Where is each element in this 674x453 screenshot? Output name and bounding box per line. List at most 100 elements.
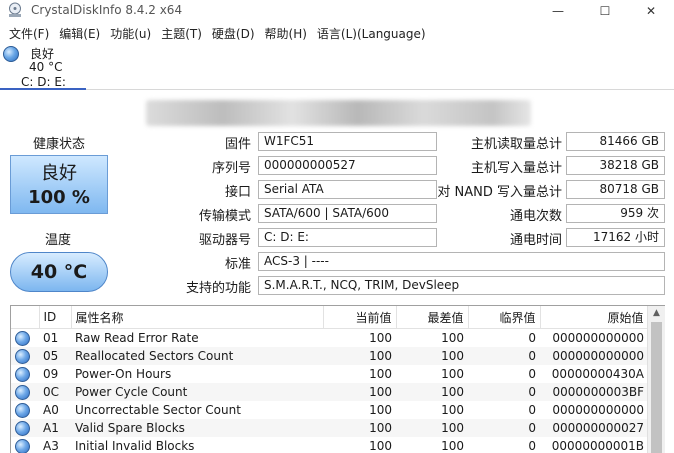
attribute-name: Initial Invalid Blocks (75, 439, 195, 453)
table-scrollbar[interactable]: ▲ (647, 306, 665, 453)
menu-disk[interactable]: 硬盘(D) (208, 24, 259, 44)
temperature-button[interactable]: 40 °C (10, 252, 108, 292)
features-field: S.M.A.R.T., NCQ, TRIM, DevSleep (258, 276, 665, 295)
attribute-name: Valid Spare Blocks (71, 419, 323, 437)
menu-edit[interactable]: 编辑(E) (55, 24, 104, 44)
health-status-icon (3, 46, 19, 62)
status-ball-icon (15, 366, 30, 382)
raw-column-header[interactable]: 原始值 (540, 306, 649, 329)
menu-file[interactable]: 文件(F) (5, 24, 53, 44)
raw-value: 000000000000 (552, 403, 644, 417)
threshold-column-header[interactable]: 临界值 (468, 306, 541, 329)
features-label: 支持的功能 (185, 281, 251, 296)
tab-indicator (0, 88, 86, 90)
status-column-header[interactable] (11, 306, 40, 329)
worst-value: 100 (396, 347, 468, 365)
status-ball-icon (15, 402, 30, 418)
menu-function[interactable]: 功能(u) (106, 24, 155, 44)
host-writes-field: 38218 GB (566, 156, 665, 175)
current-column-header[interactable]: 当前值 (323, 306, 397, 329)
attribute-name: Power Cycle Count (71, 383, 323, 401)
worst-value: 100 (396, 419, 468, 437)
table-row[interactable]: 01 Raw Read Error Rate 100 100 0 0000000… (11, 329, 648, 348)
worst-value: 100 (441, 439, 464, 453)
host-reads-label: 主机读取量总计 (470, 137, 562, 152)
standard-label: 标准 (224, 257, 251, 272)
table-row[interactable]: 05 Reallocated Sectors Count 100 100 0 0… (11, 347, 648, 365)
attribute-id: A3 (43, 439, 59, 453)
close-icon: ✕ (645, 4, 657, 18)
firmware-field: W1FC51 (258, 132, 437, 151)
attribute-name: Power-On Hours (75, 367, 172, 381)
attribute-id: 01 (43, 331, 59, 345)
health-status-button[interactable]: 良好 100 % (10, 155, 108, 214)
threshold-value: 0 (528, 367, 536, 381)
host-reads-field: 81466 GB (566, 132, 665, 151)
attribute-column-header[interactable]: 属性名称 (71, 306, 324, 329)
worst-column-header[interactable]: 最差值 (396, 306, 469, 329)
worst-value: 100 (441, 367, 464, 381)
table-header-row: ID 属性名称 当前值 最差值 临界值 原始值 (11, 306, 649, 329)
maximize-button[interactable]: ☐ (582, 0, 628, 22)
power-on-hours-label: 通电时间 (509, 233, 562, 248)
current-value: 100 (369, 367, 392, 381)
firmware-label: 固件 (224, 137, 251, 152)
attribute-id: A0 (43, 403, 59, 417)
minimize-button[interactable]: — (535, 0, 581, 22)
threshold-value: 0 (528, 331, 536, 345)
close-button[interactable]: ✕ (628, 0, 674, 22)
transfer-mode-field: SATA/600 | SATA/600 (258, 204, 437, 223)
scroll-thumb[interactable] (651, 322, 662, 453)
health-percent: 100 % (28, 187, 90, 208)
raw-value: 00000000001B (551, 439, 644, 453)
table-row[interactable]: 09 Power-On Hours 100 100 0 00000000430A (11, 365, 648, 383)
worst-value: 100 (441, 403, 464, 417)
current-value: 100 (323, 419, 396, 437)
threshold-value: 0 (468, 383, 540, 401)
status-ball-icon (15, 348, 30, 364)
current-value: 100 (323, 383, 396, 401)
current-value: 100 (369, 439, 392, 453)
transfer-mode-label: 传输模式 (198, 209, 251, 224)
menu-language[interactable]: 语言(L)(Language) (313, 24, 430, 44)
raw-value: 00000000430A (551, 367, 644, 381)
attribute-name: Uncorrectable Sector Count (75, 403, 241, 417)
nand-writes-field: 80718 GB (566, 180, 665, 199)
health-status-text: 良好 (41, 163, 77, 184)
threshold-value: 0 (528, 439, 536, 453)
health-label: 健康状态 (33, 137, 86, 152)
menu-bar: 文件(F) 编辑(E) 功能(u) 主题(T) 硬盘(D) 帮助(H) 语言(L… (0, 24, 674, 44)
table-row[interactable]: A3 Initial Invalid Blocks 100 100 0 0000… (11, 437, 648, 453)
menu-theme[interactable]: 主题(T) (157, 24, 206, 44)
attribute-id: 09 (43, 367, 59, 381)
menu-help[interactable]: 帮助(H) (261, 24, 311, 44)
power-on-count-field: 959 次 (566, 204, 665, 223)
scroll-up-arrow-icon[interactable]: ▲ (648, 308, 665, 320)
raw-value: 000000000000 (552, 331, 644, 345)
id-column-header[interactable]: ID (39, 306, 72, 329)
threshold-value: 0 (468, 347, 540, 365)
temperature-label: 温度 (45, 233, 72, 248)
smart-table[interactable]: ID 属性名称 当前值 最差值 临界值 原始值 01 Raw Read Erro… (10, 305, 665, 453)
threshold-value: 0 (528, 403, 536, 417)
app-disk-icon (9, 2, 21, 17)
serial-field: 000000000527 (258, 156, 437, 175)
attribute-id: 0C (39, 383, 71, 401)
raw-value: 000000000000 (540, 347, 648, 365)
interface-label: 接口 (224, 185, 251, 200)
worst-value: 100 (396, 383, 468, 401)
attribute-id: 05 (39, 347, 71, 365)
drive-letter-field: C: D: E: (258, 228, 437, 247)
raw-value: 0000000003BF (540, 383, 648, 401)
maximize-icon: ☐ (599, 4, 611, 18)
drive-tab[interactable]: 良好 40 °C C: D: E: (0, 44, 86, 90)
table-row[interactable]: A0 Uncorrectable Sector Count 100 100 0 … (11, 401, 648, 419)
raw-value: 000000000027 (540, 419, 648, 437)
status-ball-icon (15, 420, 30, 436)
host-writes-label: 主机写入量总计 (470, 161, 562, 176)
table-row[interactable]: A1 Valid Spare Blocks 100 100 0 00000000… (11, 419, 648, 437)
standard-field: ACS-3 | ---- (258, 252, 665, 271)
threshold-value: 0 (468, 419, 540, 437)
status-ball-icon (15, 330, 30, 346)
table-row[interactable]: 0C Power Cycle Count 100 100 0 000000000… (11, 383, 648, 401)
